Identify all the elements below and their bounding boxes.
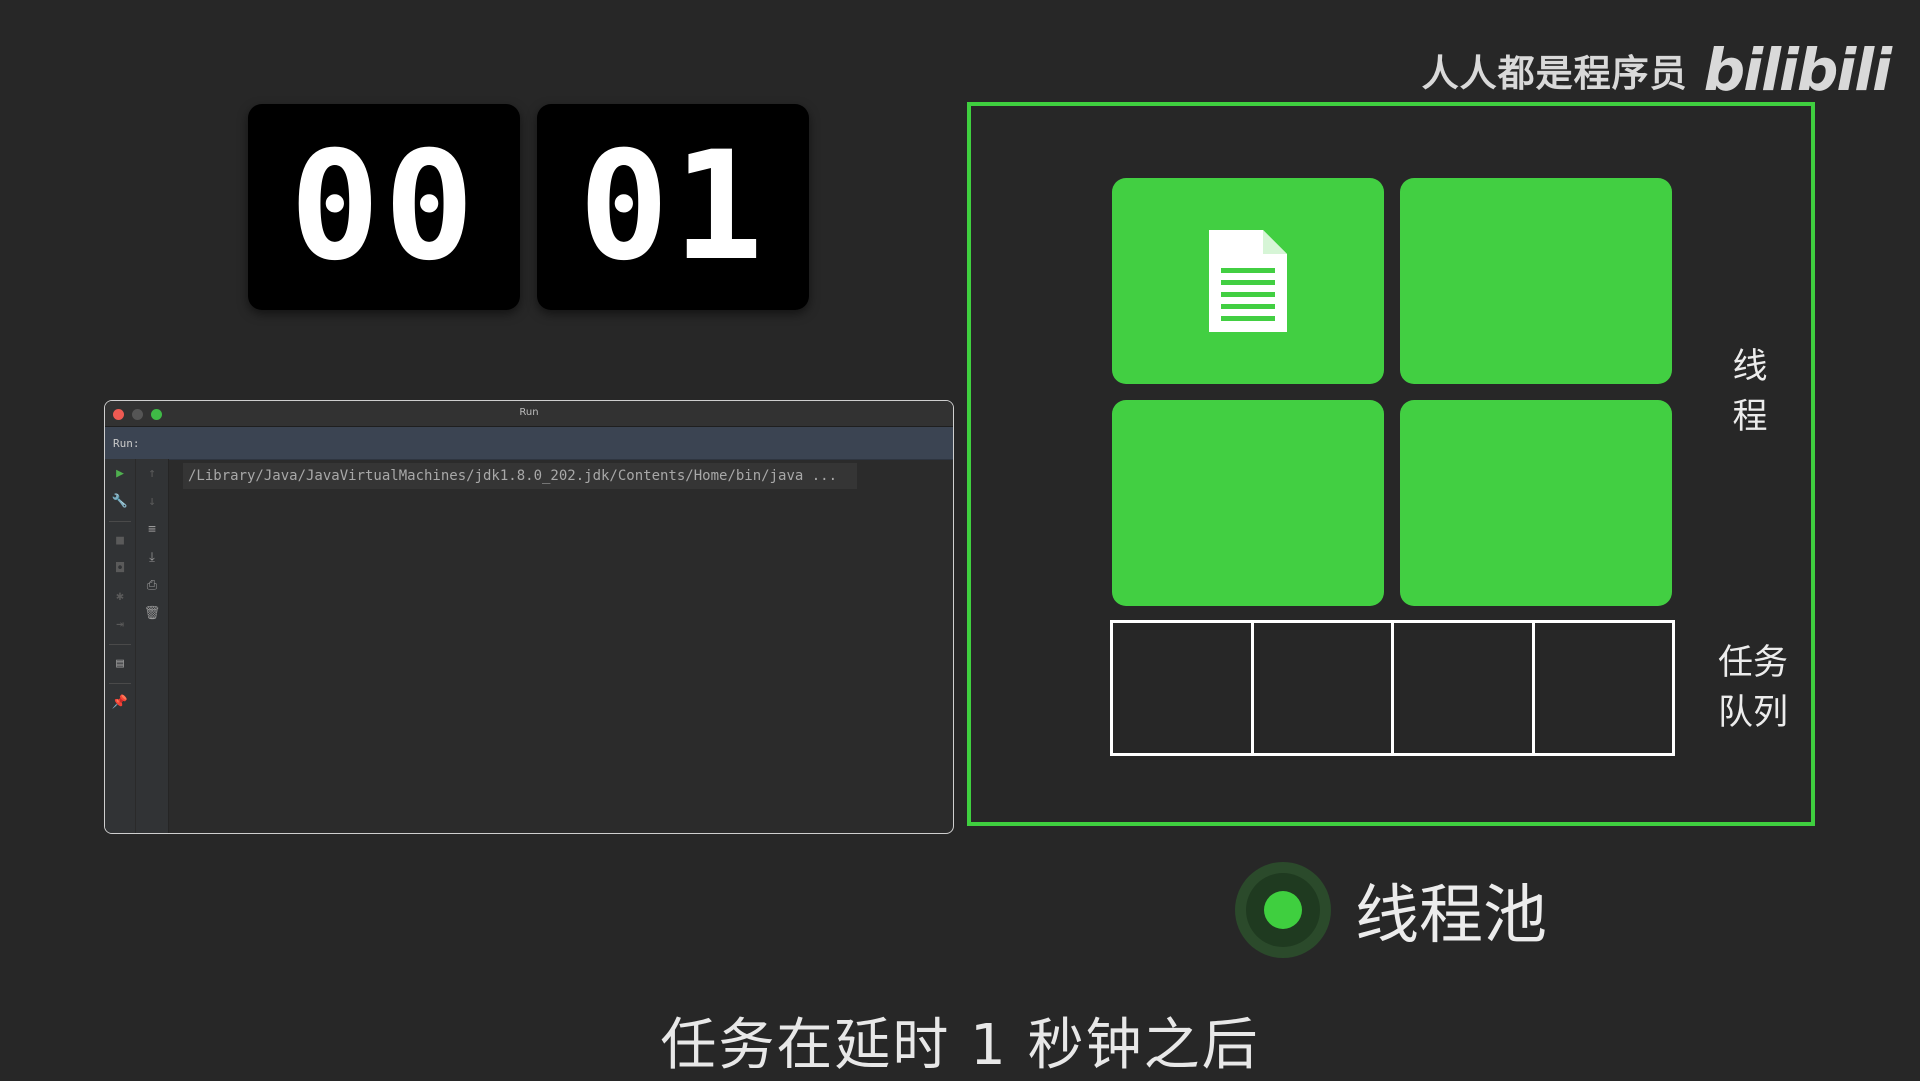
thread-block-2 <box>1400 178 1672 384</box>
clock-seconds-card: 01 <box>537 104 809 310</box>
run-toolbar: Run: <box>105 427 953 460</box>
run-label: Run: <box>113 436 140 450</box>
pin-icon[interactable]: 📌 <box>111 694 129 712</box>
queue-slot <box>1394 623 1535 753</box>
flip-clock: 00 01 <box>248 104 809 310</box>
ide-run-window: Run Run: ▶ 🔧 ■ ◘ ✱ ⇥ ▤ 📌 ↑ ↓ ≡ ⤓ ⎙ 🗑 /Li… <box>104 400 954 834</box>
channel-watermark: 人人都是程序员 bilibili <box>1421 30 1892 110</box>
camera-icon[interactable]: ◘ <box>111 560 129 578</box>
clock-minutes-card: 00 <box>248 104 520 310</box>
toolbar-divider <box>109 521 131 522</box>
channel-name: 人人都是程序员 <box>1421 52 1688 95</box>
exit-icon[interactable]: ⇥ <box>111 616 129 634</box>
legend: 线程池 <box>1235 862 1547 958</box>
queue-label: 任务 队列 <box>1717 643 1788 733</box>
soft-wrap-icon[interactable]: ≡ <box>143 521 161 539</box>
window-titlebar: Run <box>105 401 953 427</box>
layout-icon[interactable]: ▤ <box>111 655 129 673</box>
thread-block-4 <box>1400 400 1672 606</box>
queue-slot <box>1535 623 1673 753</box>
console-actions-column: ↑ ↓ ≡ ⤓ ⎙ 🗑 <box>136 459 169 833</box>
rerun-icon[interactable]: ▶ <box>111 465 129 483</box>
thread-block-1 <box>1112 178 1384 384</box>
window-title: Run <box>519 407 539 418</box>
scroll-to-end-icon[interactable]: ⤓ <box>143 549 161 567</box>
thread-label: 线 程 <box>1732 347 1768 437</box>
subtitle-caption: 任务在延时 1 秒钟之后 <box>660 1013 1260 1078</box>
clock-minutes: 00 <box>289 120 479 294</box>
toolbar-divider <box>109 644 131 645</box>
document-icon <box>1209 230 1287 332</box>
stop-icon[interactable]: ■ <box>111 532 129 550</box>
java-command-line: /Library/Java/JavaVirtualMachines/jdk1.8… <box>183 463 858 489</box>
arrow-up-icon[interactable]: ↑ <box>143 465 161 483</box>
debug-gear-icon[interactable]: ✱ <box>111 588 129 606</box>
queue-slot <box>1254 623 1394 753</box>
bilibili-logo: bilibili <box>1703 36 1892 104</box>
toolbar-divider <box>109 683 131 684</box>
queue-slot <box>1113 623 1254 753</box>
arrow-down-icon[interactable]: ↓ <box>143 493 161 511</box>
legend-dot-icon <box>1235 862 1331 958</box>
legend-label: 线程池 <box>1355 879 1547 953</box>
task-queue <box>1110 620 1675 756</box>
print-icon[interactable]: ⎙ <box>143 577 161 595</box>
clock-seconds: 01 <box>578 120 768 294</box>
thread-block-3 <box>1112 400 1384 606</box>
console-output[interactable]: /Library/Java/JavaVirtualMachines/jdk1.8… <box>169 459 953 833</box>
trash-icon[interactable]: 🗑 <box>143 605 161 623</box>
run-actions-column: ▶ 🔧 ■ ◘ ✱ ⇥ ▤ 📌 <box>105 459 136 833</box>
wrench-icon[interactable]: 🔧 <box>111 493 129 511</box>
